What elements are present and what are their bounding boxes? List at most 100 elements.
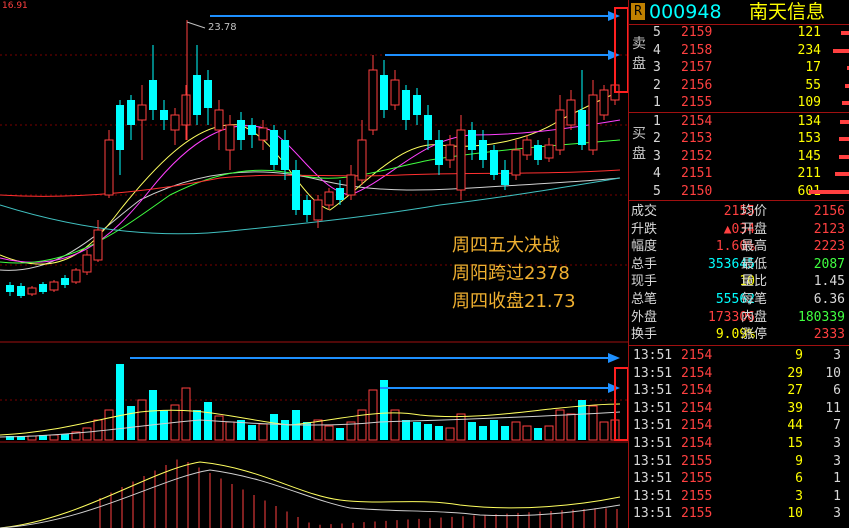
candle-body <box>456 129 466 191</box>
sell-volume: 234 <box>797 42 821 58</box>
tick-row[interactable]: 13:51 2154 29 10 <box>629 365 849 382</box>
candle-body <box>71 269 81 283</box>
candle-body <box>303 200 311 215</box>
tick-row[interactable]: 13:51 2155 9 3 <box>629 453 849 470</box>
volume-bar <box>149 390 157 440</box>
volume-bar <box>555 409 565 441</box>
candle-body <box>27 287 37 295</box>
candle-body <box>445 144 455 161</box>
stat-label: 现手 <box>631 274 658 290</box>
rights-badge: R <box>631 3 645 20</box>
tick-volume: 39 <box>787 400 803 416</box>
sell-volume-bar <box>845 83 849 88</box>
divider <box>629 200 849 201</box>
stat-label: 均价 <box>741 204 768 219</box>
tick-row[interactable]: 13:51 2155 6 1 <box>629 470 849 487</box>
tick-price: 2155 <box>681 488 713 504</box>
volume-bar <box>193 410 201 440</box>
candle-body <box>324 191 334 206</box>
stat-label: 开盘 <box>741 221 768 237</box>
candle-body <box>511 149 521 176</box>
stat-label: 内盘 <box>741 309 768 325</box>
buy-price: 2153 <box>681 131 713 147</box>
tick-row[interactable]: 13:51 2155 10 3 <box>629 505 849 522</box>
buy-volume-bar <box>835 172 849 177</box>
candle-body <box>490 150 498 175</box>
volume-bar <box>368 389 378 441</box>
candle-body <box>6 285 14 292</box>
candle-body <box>599 89 609 116</box>
sell-volume: 121 <box>797 25 821 40</box>
candle-body <box>225 124 235 151</box>
candle-body <box>402 90 410 120</box>
candle-body <box>160 110 168 120</box>
buy-level: 3 <box>653 148 661 164</box>
sell-volume-bar <box>842 101 849 106</box>
volume-bar <box>599 421 609 441</box>
stat-row: 总手 353645 最低 2087 <box>629 256 849 273</box>
candle-body <box>17 286 25 296</box>
sell-level: 3 <box>653 60 661 76</box>
volume-bar <box>160 410 168 440</box>
tick-row[interactable]: 13:51 2154 39 11 <box>629 400 849 417</box>
sell-volume: 17 <box>805 60 821 76</box>
stock-header[interactable]: R 000948 南天信息 <box>629 0 849 24</box>
sell-row[interactable]: 5 2159 121 <box>629 24 849 41</box>
tick-price: 2154 <box>681 436 713 451</box>
tick-row[interactable]: 13:51 2154 9 3 <box>629 347 849 364</box>
tick-row[interactable]: 13:51 2154 15 3 <box>629 435 849 452</box>
sell-row[interactable]: 1 2155 109 <box>629 94 849 111</box>
candle-body <box>544 144 554 159</box>
volume-bar <box>544 425 554 441</box>
annotation-line-1: 周四五大决战 <box>452 235 560 256</box>
candle-body <box>93 229 103 261</box>
stat-value: 2087 <box>813 256 845 272</box>
buy-row[interactable]: 3 2152 145 <box>629 148 849 165</box>
candle-body <box>170 114 180 131</box>
tick-time: 13:51 <box>633 383 673 399</box>
volume-bar <box>390 409 400 441</box>
stat-label: 外盘 <box>631 309 658 325</box>
candle-body <box>534 145 542 160</box>
tick-time: 13:51 <box>633 506 673 522</box>
annotation-line-2: 周阳跨过2378 <box>452 263 570 284</box>
tick-price: 2154 <box>681 383 713 399</box>
tick-row[interactable]: 13:51 2154 44 7 <box>629 417 849 434</box>
stat-row: 总笔 55562 每笔 6.36 <box>629 291 849 308</box>
stat-label: 成交 <box>631 204 658 219</box>
tick-time: 13:51 <box>633 365 673 381</box>
candle-body <box>336 188 344 200</box>
tick-time: 13:51 <box>633 348 673 363</box>
volume-bar <box>214 415 224 441</box>
candle-body <box>390 79 400 106</box>
buy-level: 4 <box>653 166 661 182</box>
volume-bar <box>93 419 103 441</box>
tick-row[interactable]: 13:51 2154 27 6 <box>629 382 849 399</box>
stat-value: 2156 <box>813 204 845 219</box>
candle-body <box>357 139 367 181</box>
sell-volume-bar <box>833 48 849 53</box>
candle-body <box>566 99 576 126</box>
stat-value: 2333 <box>813 327 845 343</box>
sell-row[interactable]: 3 2157 17 <box>629 59 849 76</box>
tick-volume: 6 <box>795 471 803 487</box>
sell-row[interactable]: 4 2158 234 <box>629 42 849 59</box>
buy-row[interactable]: 52150601 <box>629 183 849 200</box>
candle-body <box>104 139 114 196</box>
candle-body <box>237 120 245 140</box>
sell-price: 2158 <box>681 42 713 58</box>
buy-row[interactable]: 1 2154 134 <box>629 113 849 130</box>
sell-row[interactable]: 2 2156 55 <box>629 77 849 94</box>
sell-price: 2157 <box>681 60 713 76</box>
buy-row[interactable]: 2 2153 153 <box>629 130 849 147</box>
candle-body <box>181 94 191 126</box>
buy-row[interactable]: 4 2151 211 <box>629 165 849 182</box>
buy-volume: 145 <box>797 148 821 164</box>
stat-label: 升跌 <box>631 221 658 237</box>
stat-label: 涨停 <box>741 327 768 343</box>
tick-row[interactable]: 13:51 2155 3 1 <box>629 488 849 505</box>
tick-volume: 44 <box>787 418 803 434</box>
tick-time: 13:51 <box>633 400 673 416</box>
sell-level: 4 <box>653 42 661 58</box>
tick-count: 10 <box>825 365 841 381</box>
